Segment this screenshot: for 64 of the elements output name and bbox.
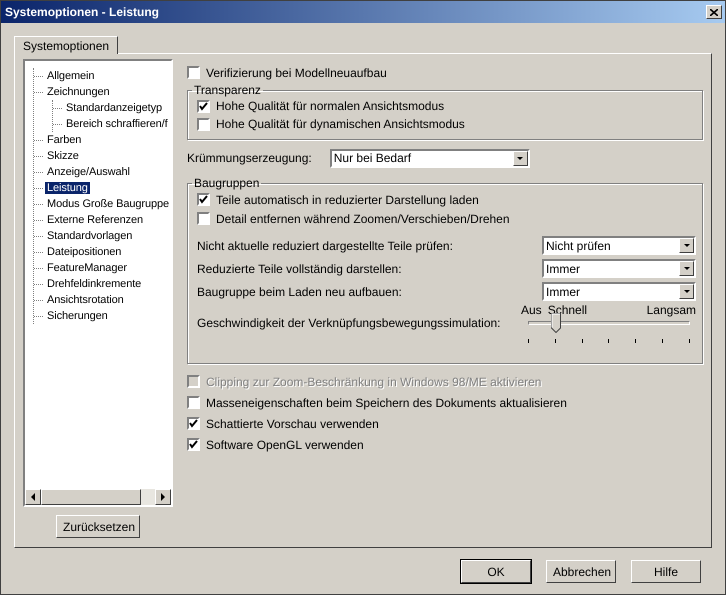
tree-item[interactable]: Bereich schraffieren/f	[64, 118, 170, 130]
checkbox-label: Hohe Qualität für dynamischen Ansichtsmodus	[216, 117, 465, 131]
dialog-button[interactable]: OK	[461, 560, 531, 583]
checkbox[interactable]	[187, 438, 200, 451]
checkbox[interactable]	[197, 193, 210, 206]
close-icon	[710, 8, 718, 16]
group-title: Transparenz	[193, 83, 262, 97]
close-button[interactable]	[706, 5, 722, 19]
checkbox-label: Teile automatisch in reduzierter Darstellung laden	[216, 192, 479, 206]
reset-button[interactable]: Zurücksetzen	[56, 515, 140, 538]
caret-icon	[682, 242, 690, 249]
checkbox[interactable]	[197, 100, 210, 112]
caret-icon	[160, 493, 166, 501]
tree-item[interactable]: Standardanzeigetyp	[64, 102, 164, 114]
field-label: Baugruppe beim Laden neu aufbauen:	[197, 284, 402, 298]
checkbox[interactable]	[197, 118, 210, 130]
dropdown[interactable]: Nur bei Bedarf	[330, 148, 530, 168]
field-label: Krümmungserzeugung:	[187, 151, 312, 165]
caret-icon	[682, 265, 690, 272]
tree-item[interactable]: Modus Große Baugruppe	[45, 198, 171, 210]
field-label: Nicht aktuelle reduziert dargestellte Teile prüfen:	[197, 238, 453, 252]
tree-item[interactable]: Allgemein	[45, 70, 96, 82]
checkbox[interactable]	[197, 212, 210, 225]
window-title: Systemoptionen - Leistung	[5, 5, 160, 19]
tree-item[interactable]: FeatureManager	[45, 262, 129, 274]
dropdown[interactable]: Nicht prüfen	[542, 236, 696, 255]
checkbox-label: Detail entfernen während Zoomen/Verschieben/Drehen	[216, 212, 510, 226]
tree-item[interactable]: Anzeige/Auswahl	[45, 166, 132, 178]
tree-item[interactable]: Dateipositionen	[45, 246, 124, 258]
tree-item[interactable]: Sicherungen	[45, 310, 110, 322]
checkbox-label: Clipping zur Zoom-Beschränkung in Windows 98/ME aktivieren	[206, 374, 542, 388]
slider-thumb[interactable]	[550, 313, 561, 333]
dialog-button[interactable]: Hilfe	[631, 560, 701, 583]
slider-mark-label: Langsam	[646, 303, 696, 317]
tree-item[interactable]: Leistung	[45, 182, 90, 194]
slider-mark-label: Aus	[521, 303, 542, 317]
checkbox-label: Verifizierung bei Modellneuaufbau	[206, 66, 387, 80]
scroll-left-button[interactable]	[25, 489, 41, 505]
field-label: Reduzierte Teile vollständig darstellen:	[197, 262, 402, 276]
group-title: Baugruppen	[193, 176, 260, 190]
caret-icon	[516, 154, 524, 162]
checkbox-label: Masseneigenschaften beim Speichern des Dokuments aktualisieren	[206, 396, 567, 410]
scrollbar-thumb[interactable]	[41, 489, 141, 505]
tab[interactable]: Systemoptionen	[14, 36, 118, 54]
caret-icon	[682, 288, 690, 295]
scroll-right-button[interactable]	[155, 489, 171, 505]
checkbox[interactable]	[187, 66, 200, 79]
slider-label: Geschwindigkeit der Verknüpfungsbewegungssimulation:	[197, 316, 501, 330]
tree-item[interactable]: Externe Referenzen	[45, 214, 146, 226]
tree-item[interactable]: Skizze	[45, 150, 81, 162]
caret-icon	[30, 493, 36, 501]
checkbox-label: Hohe Qualität für normalen Ansichtsmodus	[216, 99, 444, 113]
checkbox-label: Schattierte Vorschau verwenden	[206, 416, 379, 430]
tree-item[interactable]: Zeichnungen	[45, 86, 112, 98]
dropdown[interactable]: Immer	[542, 259, 696, 278]
tree-item[interactable]: Farben	[45, 134, 84, 146]
checkbox-label: Software OpenGL verwenden	[206, 438, 364, 452]
tree-item[interactable]: Drehfeldinkremente	[45, 278, 144, 290]
dialog-button[interactable]: Abbrechen	[546, 560, 616, 583]
tree-item[interactable]: Ansichtsrotation	[45, 294, 126, 306]
tree-item[interactable]: Standardvorlagen	[45, 230, 134, 242]
checkbox[interactable]	[187, 417, 200, 430]
dropdown[interactable]: Immer	[542, 282, 696, 301]
checkbox[interactable]	[187, 396, 200, 409]
